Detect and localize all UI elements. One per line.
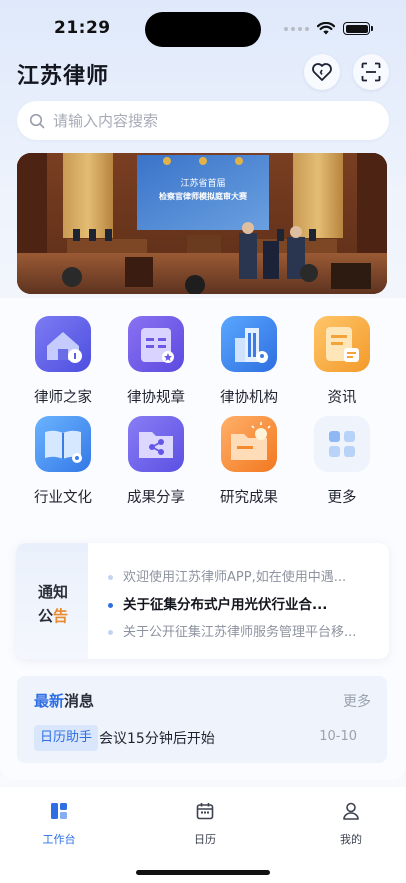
rules-book-icon: [128, 316, 184, 372]
grid-label: 成果分享: [127, 490, 185, 506]
home-indicator: [136, 870, 270, 875]
message-date: 10-10: [319, 729, 357, 744]
tab-calendar[interactable]: 日历: [165, 801, 245, 847]
messages-title: 最新消息: [34, 690, 94, 711]
courtroom-photo: 江苏省首届 检察官律师模拟庭审大赛: [17, 153, 387, 294]
notice-item-text: 关于公开征集江苏律师服务管理平台移...: [123, 625, 357, 640]
share-folder-icon: [128, 416, 184, 472]
profile-icon: [343, 802, 359, 820]
research-folder-icon: [221, 416, 277, 472]
search-icon: [29, 113, 45, 128]
scan-icon: [361, 62, 381, 82]
signal-icon: [284, 26, 309, 31]
bullet-icon: [108, 602, 113, 608]
tab-label: 我的: [340, 833, 362, 846]
more-grid-icon: [314, 416, 370, 472]
workbench-icon: [51, 803, 67, 819]
lawyer-home-icon: [35, 316, 91, 372]
grid-label: 律协规章: [127, 390, 185, 406]
scan-button[interactable]: [353, 54, 389, 90]
grid-label: 更多: [327, 490, 357, 506]
grid-item-more[interactable]: 更多: [296, 416, 388, 507]
bullet-icon: [108, 630, 113, 635]
grid-label: 行业文化: [34, 490, 92, 506]
status-icons: [284, 22, 373, 35]
notice-item-active[interactable]: 关于征集分布式户用光伏行业合...: [108, 593, 378, 613]
notice-tag: 通知 公告: [16, 543, 88, 659]
grid-item-news[interactable]: 资讯: [296, 316, 388, 407]
notice-tag-char-a: 公: [38, 607, 54, 625]
messages-more-link[interactable]: 更多: [343, 691, 371, 711]
grid-item-research[interactable]: 研究成果: [203, 416, 295, 507]
grid-item-lawyer-home[interactable]: 律师之家: [17, 316, 109, 407]
grid-label: 研究成果: [220, 490, 278, 506]
banner-image[interactable]: 江苏省首届 检察官律师模拟庭审大赛: [17, 153, 387, 294]
battery-icon: [343, 22, 373, 35]
culture-book-icon: [35, 416, 91, 472]
search-input[interactable]: 请输入内容搜索: [17, 101, 389, 140]
tab-profile[interactable]: 我的: [311, 801, 391, 847]
organization-building-icon: [221, 316, 277, 372]
notice-item-text: 关于征集分布式户用光伏行业合...: [123, 597, 328, 613]
news-icon: [314, 316, 370, 372]
grid-item-culture[interactable]: 行业文化: [17, 416, 109, 507]
notice-item[interactable]: 关于公开征集江苏律师服务管理平台移...: [108, 621, 378, 640]
latest-messages-card: 最新消息 更多 日历助手 会议15分钟后开始 10-10: [17, 676, 387, 763]
notice-board: 通知 公告 欢迎使用江苏律师APP,如在使用中遇... 关于征集分布式户用光伏行…: [16, 543, 389, 659]
message-text[interactable]: 会议15分钟后开始: [99, 728, 215, 748]
grid-item-rules[interactable]: 律协规章: [110, 316, 202, 407]
tab-label: 工作台: [42, 833, 76, 846]
banner-screen-line1: 江苏省首届: [180, 177, 225, 189]
notice-tag-line2: 公告: [38, 605, 68, 626]
banner-screen-line2: 检察官律师模拟庭审大赛: [159, 191, 248, 201]
bullet-icon: [108, 575, 113, 580]
tab-bar: 工作台 日历 我的: [0, 787, 406, 883]
wifi-icon: [317, 22, 335, 35]
calendar-icon: [196, 803, 214, 820]
dynamic-island: [145, 12, 261, 47]
favorites-button[interactable]: [304, 54, 340, 90]
grid-item-organization[interactable]: 律协机构: [203, 316, 295, 407]
grid-label: 资讯: [327, 390, 357, 406]
grid-item-share[interactable]: 成果分享: [110, 416, 202, 507]
grid-label: 律师之家: [34, 390, 92, 406]
tab-workbench[interactable]: 工作台: [19, 801, 99, 847]
page-title: 江苏律师: [17, 64, 110, 89]
heart-icon: [312, 63, 332, 81]
header: 江苏律师: [0, 54, 406, 94]
messages-title-rest: 消息: [64, 692, 95, 710]
notice-item-text: 欢迎使用江苏律师APP,如在使用中遇...: [123, 570, 347, 585]
calendar-assistant-badge: 日历助手: [34, 725, 99, 751]
grid-label: 律协机构: [220, 390, 278, 406]
search-placeholder: 请输入内容搜索: [53, 112, 159, 130]
messages-title-highlight: 最新: [34, 692, 65, 710]
tab-label: 日历: [194, 833, 216, 846]
notice-tag-line1: 通知: [38, 583, 69, 601]
status-time: 21:29: [54, 18, 111, 38]
notice-item[interactable]: 欢迎使用江苏律师APP,如在使用中遇...: [108, 566, 378, 585]
notice-tag-char-b: 告: [53, 607, 69, 625]
status-bar: 21:29: [0, 0, 406, 54]
